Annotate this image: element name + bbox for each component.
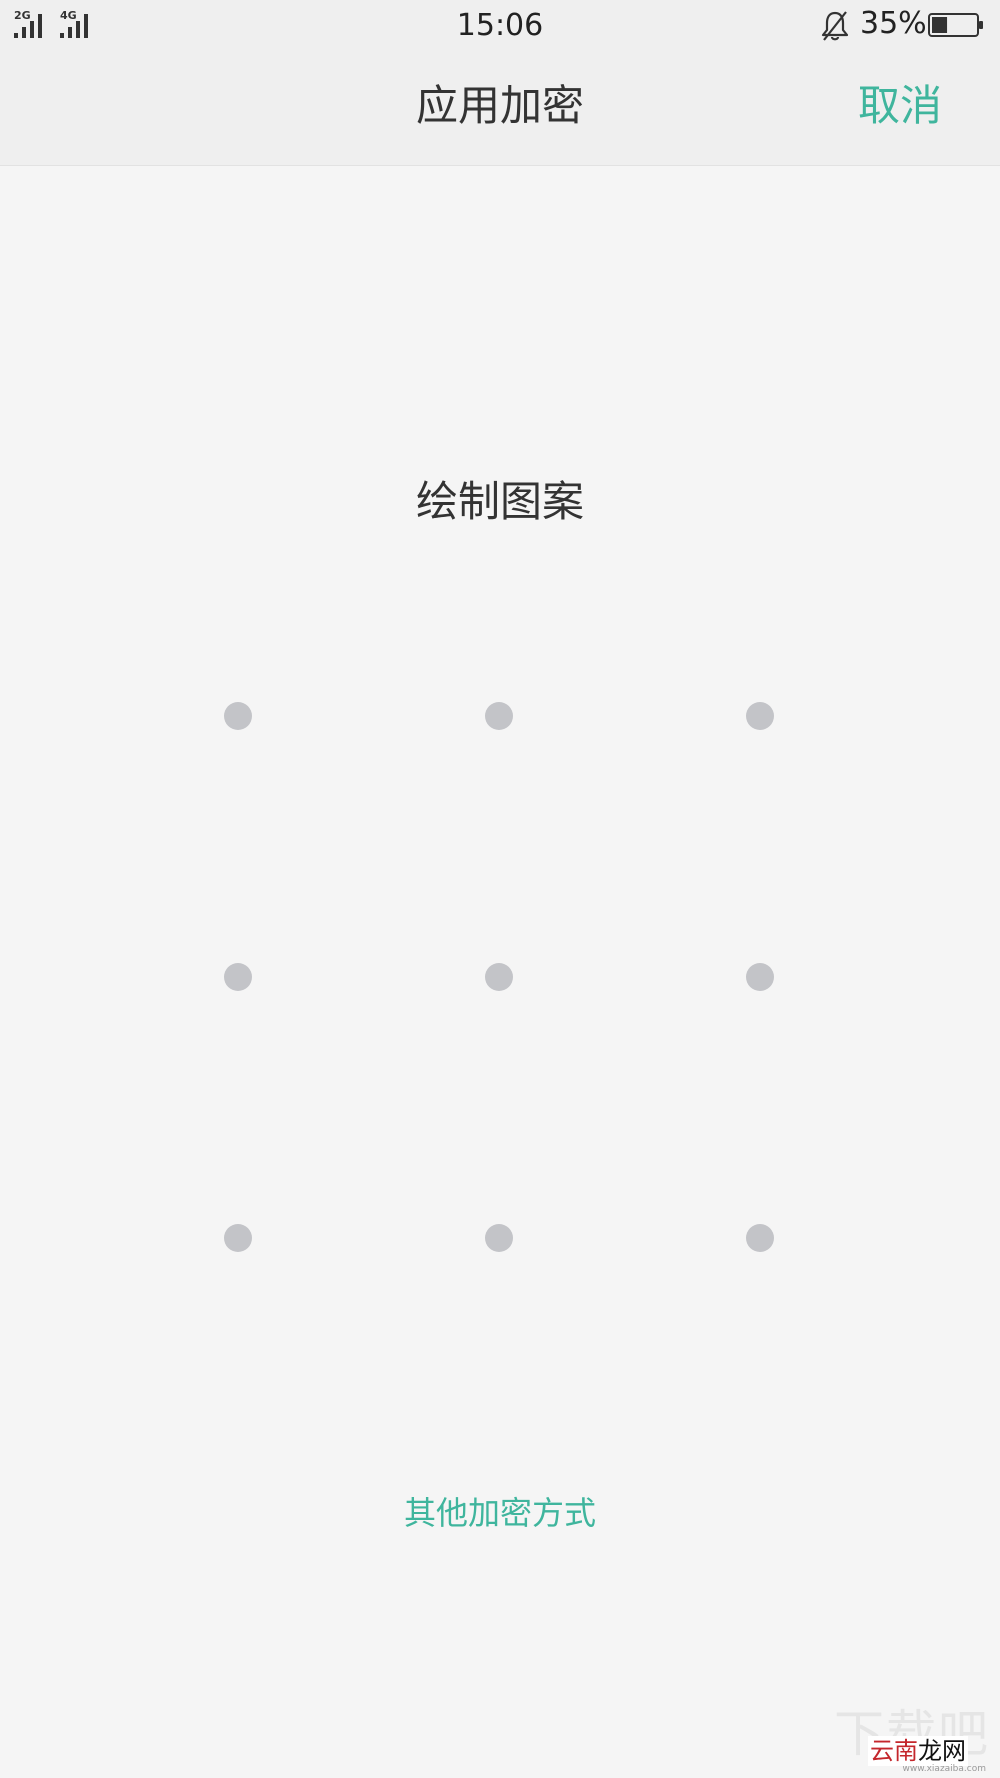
pattern-dot-r1-c3[interactable] <box>746 702 774 730</box>
page-title: 应用加密 <box>415 81 584 130</box>
title-bar: 应用加密 取消 <box>0 52 1000 166</box>
watermark-label: 云南龙网 <box>868 1736 968 1766</box>
pattern-dot-r1-c2[interactable] <box>485 702 513 730</box>
pattern-dot-r2-c3[interactable] <box>746 963 774 991</box>
status-time: 15:06 <box>456 8 544 43</box>
cancel-button[interactable]: 取消 <box>858 79 942 133</box>
pattern-dot-r2-c2[interactable] <box>485 963 513 991</box>
bell-off-icon <box>821 11 849 41</box>
battery-icon <box>928 13 983 37</box>
pattern-dot-r1-c1[interactable] <box>224 702 252 730</box>
watermark-url: www.xiazaiba.com <box>902 1764 986 1774</box>
pattern-lock-grid[interactable] <box>178 656 774 1252</box>
pattern-dot-r3-c3[interactable] <box>746 1224 774 1252</box>
watermark-logo: 下载吧 云南龙网 www.xiazaiba.com <box>834 1706 992 1774</box>
watermark-black-text: 龙网 <box>918 1737 966 1765</box>
status-bar: 2G 4G 15:06 35% <box>0 0 1000 52</box>
watermark-red-text: 云南 <box>870 1737 918 1765</box>
battery-percent: 35% <box>860 6 927 41</box>
pattern-dot-r3-c1[interactable] <box>224 1224 252 1252</box>
pattern-dot-r2-c1[interactable] <box>224 963 252 991</box>
other-encryption-method-link[interactable]: 其他加密方式 <box>0 1492 1000 1534</box>
draw-pattern-prompt: 绘制图案 <box>415 477 584 526</box>
pattern-dot-r3-c2[interactable] <box>485 1224 513 1252</box>
